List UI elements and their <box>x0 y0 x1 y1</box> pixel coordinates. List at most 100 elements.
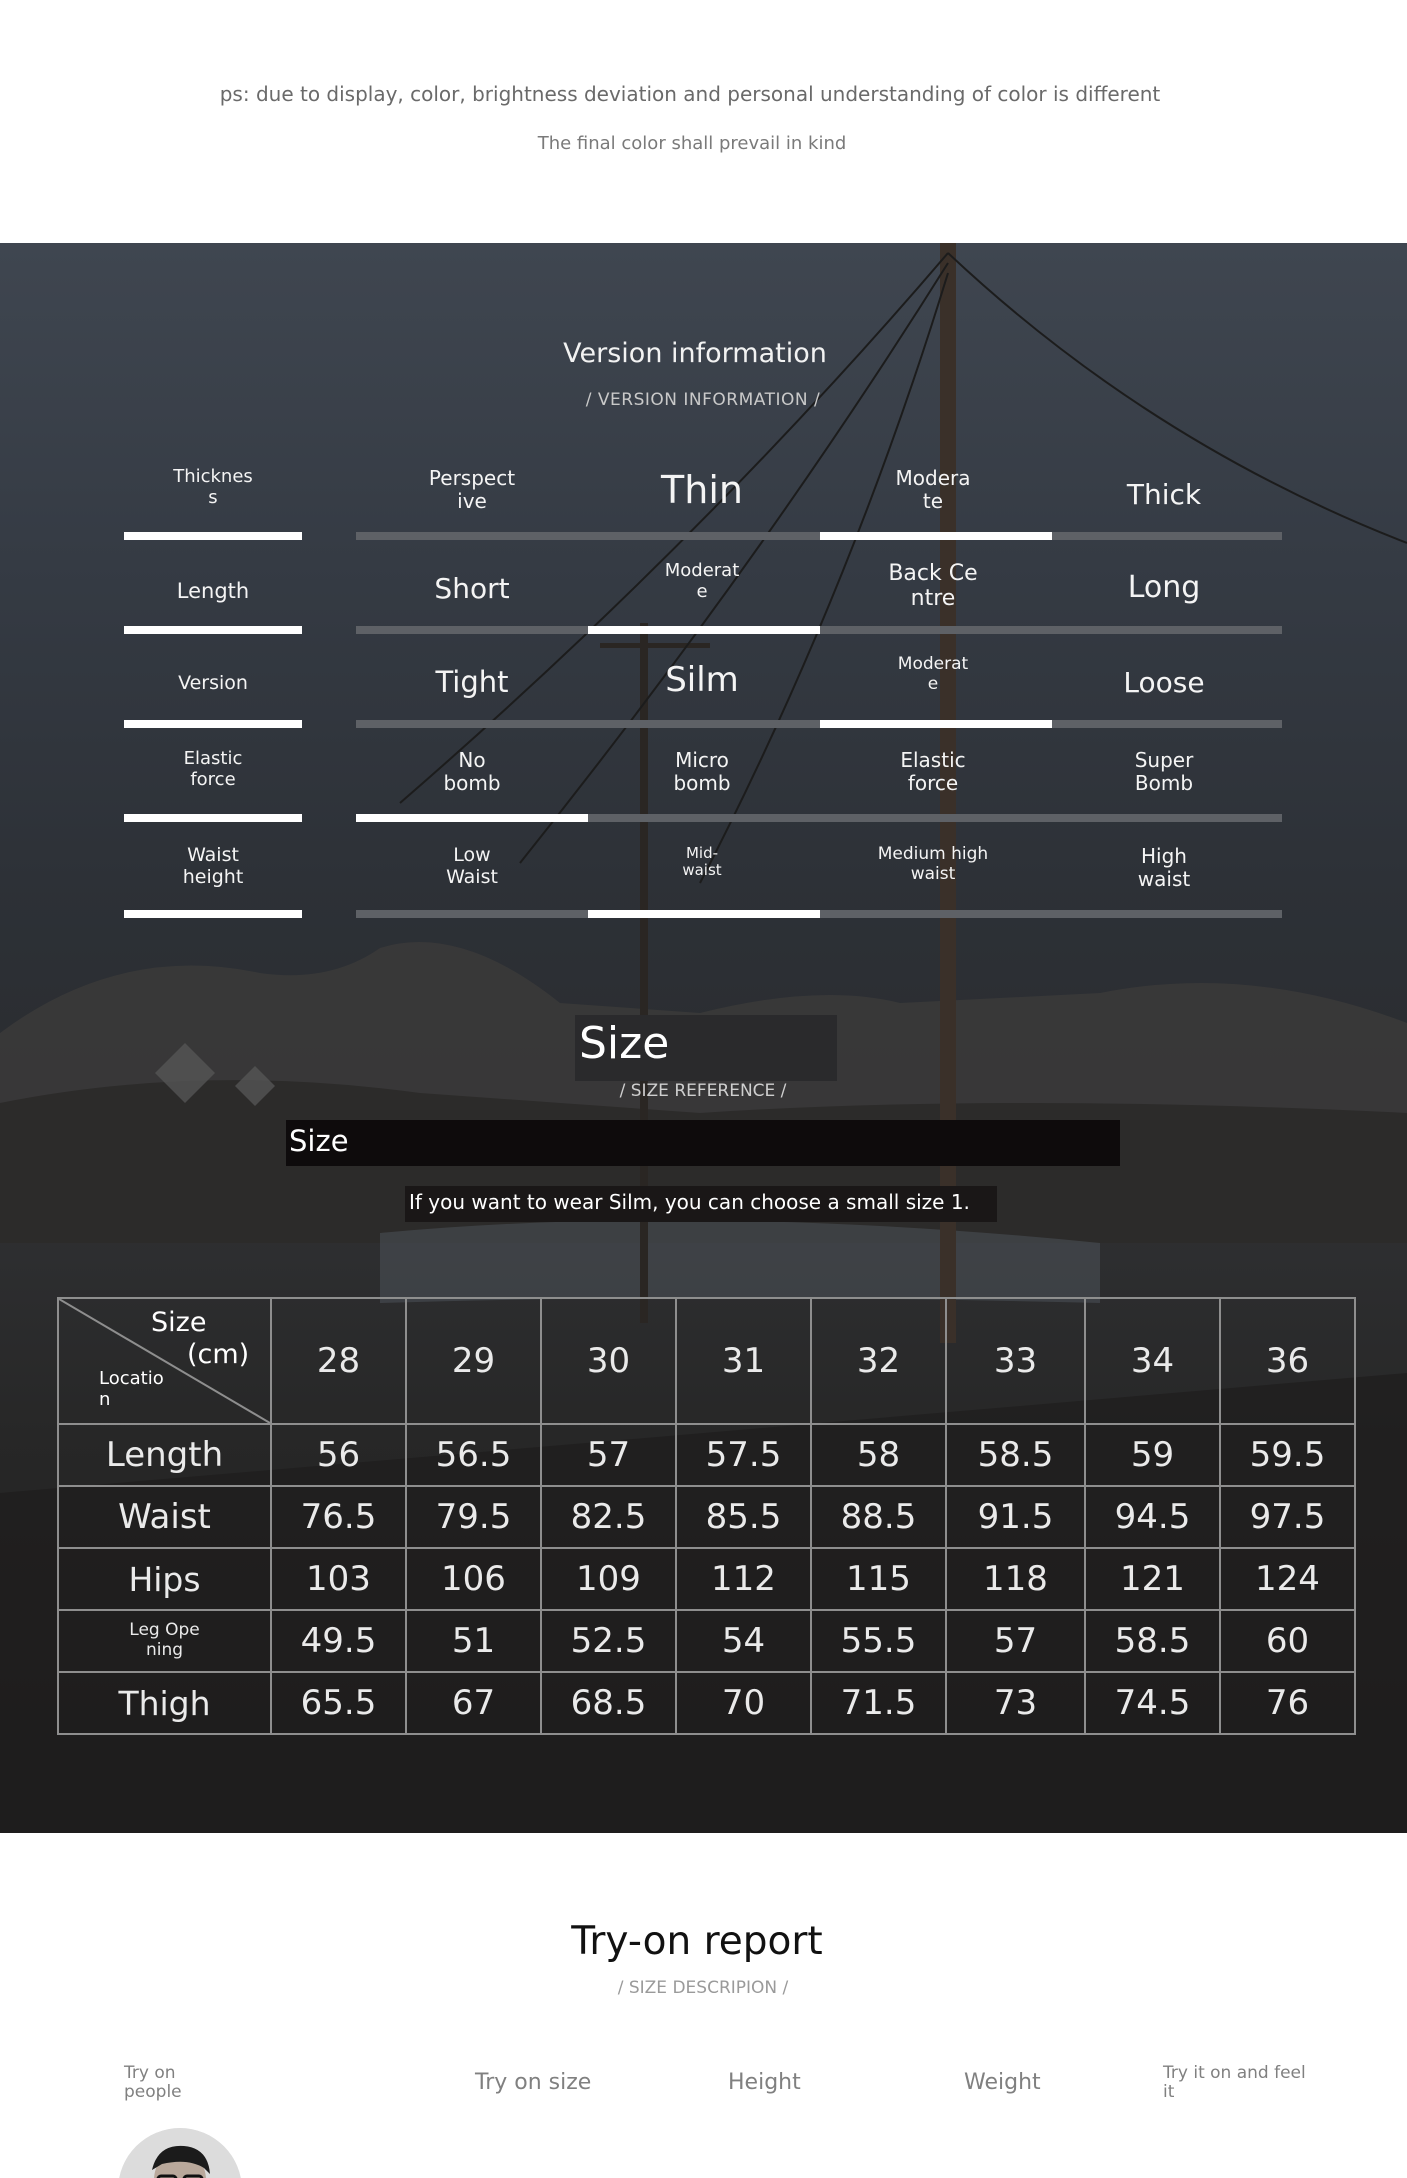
size-column-header: 32 <box>810 1297 947 1425</box>
size-value-cell: 57 <box>945 1609 1086 1673</box>
attribute-option: Modera te <box>895 466 971 513</box>
size-value-cell: 60 <box>1219 1609 1356 1673</box>
attribute-option: Micro bomb <box>673 748 731 795</box>
size-value-cell: 103 <box>270 1547 407 1611</box>
attribute-option: Tight <box>435 665 509 699</box>
attribute-selected-indicator <box>356 814 588 822</box>
tryon-subtitle: / SIZE DESCRIPION / <box>617 1978 789 1998</box>
version-title: Version information <box>563 338 827 369</box>
version-size-section: Version information / VERSION INFORMATIO… <box>0 243 1407 1833</box>
size-value-cell: 73 <box>945 1671 1086 1735</box>
size-value-cell: 106 <box>405 1547 542 1611</box>
size-column-header: 33 <box>945 1297 1086 1425</box>
table-row: Waist 76.5 79.5 82.5 85.5 88.5 91.5 94.5 97.5 <box>57 1485 1356 1549</box>
size-value-cell: 79.5 <box>405 1485 542 1549</box>
table-row: Thigh 65.5 67 68.5 70 71.5 73 74.5 76 <box>57 1671 1356 1735</box>
attribute-name-underline <box>124 626 302 634</box>
attribute-option: Perspect ive <box>428 466 516 513</box>
attribute-option: Moderat e <box>897 654 969 694</box>
corner-location-label: Locatio n <box>99 1368 164 1410</box>
size-value-cell: 59.5 <box>1219 1423 1356 1487</box>
attribute-name: Elastic force <box>183 748 243 790</box>
attribute-row: Thicknes s Perspect ive Thin Modera te Thick <box>0 465 1407 555</box>
size-value-cell: 118 <box>945 1547 1086 1611</box>
attribute-scale-track <box>356 720 1282 728</box>
notice-line-1: ps: due to display, color, brightness de… <box>219 82 1161 106</box>
size-value-cell: 68.5 <box>540 1671 677 1735</box>
size-value-cell: 49.5 <box>270 1609 407 1673</box>
table-row: Length 56 56.5 57 57.5 58 58.5 59 59.5 <box>57 1423 1356 1487</box>
size-value-cell: 51 <box>405 1609 542 1673</box>
attribute-name-underline <box>124 532 302 540</box>
size-row-label: Thigh <box>57 1671 272 1735</box>
size-value-cell: 57.5 <box>675 1423 812 1487</box>
size-value-cell: 67 <box>405 1671 542 1735</box>
tryon-header: Try it on and feel it <box>1163 2063 1306 2102</box>
attribute-option: Short <box>434 572 510 605</box>
table-row: Hips 103 106 109 112 115 118 121 124 <box>57 1547 1356 1611</box>
size-value-cell: 71.5 <box>810 1671 947 1735</box>
notice-line-2: The final color shall prevail in kind <box>537 133 847 154</box>
size-column-header: 28 <box>270 1297 407 1425</box>
size-row-label: Hips <box>57 1547 272 1611</box>
size-value-cell: 82.5 <box>540 1485 677 1549</box>
size-column-header: 29 <box>405 1297 542 1425</box>
size-value-cell: 76 <box>1219 1671 1356 1735</box>
size-value-cell: 109 <box>540 1547 677 1611</box>
attribute-option: Loose <box>1123 666 1205 699</box>
attribute-option: Medium high waist <box>877 844 989 884</box>
size-column-header: 31 <box>675 1297 812 1425</box>
size-value-cell: 112 <box>675 1547 812 1611</box>
size-subtitle: / SIZE REFERENCE / <box>619 1081 787 1101</box>
size-table-corner: Size (cm) Locatio n <box>57 1297 272 1425</box>
attribute-row: Version Tight Silm Moderat e Loose <box>0 653 1407 743</box>
size-column-header: 34 <box>1084 1297 1221 1425</box>
attribute-row: Elastic force No bomb Micro bomb Elastic fo… <box>0 747 1407 837</box>
size-value-cell: 76.5 <box>270 1485 407 1549</box>
size-value-cell: 65.5 <box>270 1671 407 1735</box>
attribute-option: High waist <box>1137 844 1191 891</box>
attribute-name-underline <box>124 814 302 822</box>
attribute-name-underline <box>124 910 302 918</box>
size-value-cell: 52.5 <box>540 1609 677 1673</box>
size-row-label: Waist <box>57 1485 272 1549</box>
tryon-avatar <box>118 2128 242 2178</box>
version-subtitle: / VERSION INFORMATION / <box>585 390 821 410</box>
size-row-label: Leg Ope ning <box>57 1609 272 1673</box>
attribute-option: Thin <box>661 468 743 512</box>
tryon-header: Try on people <box>124 2063 182 2102</box>
size-value-cell: 55.5 <box>810 1609 947 1673</box>
attribute-selected-indicator <box>820 532 1052 540</box>
attribute-name: Waist height <box>182 844 244 888</box>
size-table-header-row: Size (cm) Locatio n 28 29 30 31 32 33 34 36 <box>57 1297 1356 1425</box>
size-title: Size <box>579 1018 670 1069</box>
attribute-option: Back Ce ntre <box>888 561 978 612</box>
tryon-header: Try on size <box>475 2070 592 2095</box>
attribute-option: Moderat e <box>664 560 740 602</box>
size-tip: If you want to wear Silm, you can choose… <box>409 1190 970 1214</box>
size-value-cell: 121 <box>1084 1547 1221 1611</box>
attribute-option: Mid- waist <box>682 844 722 880</box>
tryon-header: Weight <box>964 2070 1041 2095</box>
size-value-cell: 70 <box>675 1671 812 1735</box>
size-column-header: 36 <box>1219 1297 1356 1425</box>
attribute-name: Thicknes s <box>173 466 253 508</box>
corner-unit-label: (cm) <box>187 1339 250 1370</box>
corner-size-label: Size <box>151 1307 207 1338</box>
attribute-option: Long <box>1127 570 1201 605</box>
attribute-option: Super Bomb <box>1134 748 1194 795</box>
attribute-option: Low Waist <box>446 844 498 888</box>
size-table: Size (cm) Locatio n 28 29 30 31 32 33 34 36 Length 5… <box>57 1297 1356 1735</box>
size-value-cell: 58 <box>810 1423 947 1487</box>
notice-section: ps: due to display, color, brightness de… <box>0 0 1407 243</box>
attribute-selected-indicator <box>588 910 820 918</box>
attribute-option: Elastic force <box>900 748 966 795</box>
size-value-cell: 74.5 <box>1084 1671 1221 1735</box>
tryon-header: Height <box>728 2070 801 2095</box>
attribute-scale-track <box>356 532 1282 540</box>
size-value-cell: 88.5 <box>810 1485 947 1549</box>
size-value-cell: 91.5 <box>945 1485 1086 1549</box>
attribute-row: Waist height Low Waist Mid- waist Medium hi… <box>0 843 1407 933</box>
size-column-header: 30 <box>540 1297 677 1425</box>
size-band-label: Size <box>289 1124 349 1158</box>
